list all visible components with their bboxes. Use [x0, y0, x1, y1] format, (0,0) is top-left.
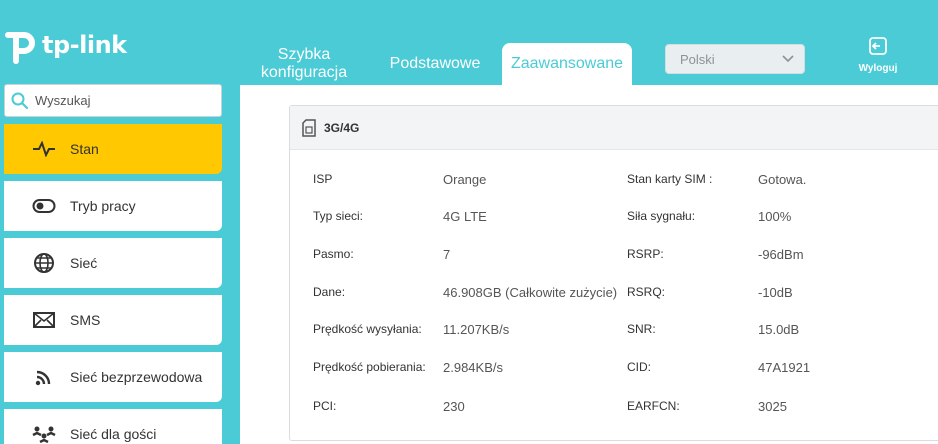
- isp-label: ISP: [313, 172, 333, 186]
- search-input[interactable]: [35, 93, 205, 108]
- sim-card-icon: [302, 118, 316, 137]
- panel-title: 3G/4G: [324, 120, 360, 135]
- download-speed-value: 2.984KB/s: [443, 360, 503, 375]
- rsrq-value: -10dB: [758, 285, 793, 300]
- isp-value: Orange: [443, 172, 487, 187]
- sidebar-item-label: Sieć dla gości: [70, 426, 157, 442]
- main-content: 3G/4G ISP Orange Typ sieci: 4G LTE Pasmo…: [240, 85, 938, 444]
- sidebar-item-sms[interactable]: SMS: [4, 295, 222, 345]
- rsrp-label: RSRP:: [627, 247, 664, 261]
- chevron-down-icon: [782, 55, 794, 63]
- globe-icon: [32, 251, 56, 275]
- logout-button[interactable]: Wyloguj: [853, 36, 903, 74]
- data-usage-label: Dane:: [313, 285, 346, 299]
- tab-quick-setup[interactable]: Szybka konfiguracja: [246, 46, 362, 82]
- earfcn-label: EARFCN:: [627, 399, 680, 413]
- band-value: 7: [443, 247, 451, 262]
- logout-label: Wyloguj: [858, 63, 898, 74]
- sidebar-item-network[interactable]: Sieć: [4, 238, 222, 288]
- pci-label: PCI:: [313, 399, 337, 413]
- panel-header: 3G/4G: [290, 106, 938, 150]
- signal-strength-label: Siła sygnału:: [627, 209, 696, 223]
- sidebar-item-label: SMS: [70, 312, 101, 328]
- snr-value: 15.0dB: [758, 322, 800, 337]
- tab-quick-line1: Szybka: [277, 46, 331, 63]
- toggle-icon: [32, 194, 56, 218]
- sidebar-item-operation-mode[interactable]: Tryb pracy: [4, 181, 222, 231]
- band-label: Pasmo:: [313, 247, 354, 261]
- upload-speed-value: 11.207KB/s: [443, 322, 510, 337]
- sidebar-item-label: Stan: [70, 141, 99, 157]
- sidebar-item-label: Sieć: [70, 255, 98, 271]
- rsrp-value: -96dBm: [758, 247, 804, 262]
- signal-strength-value: 100%: [758, 209, 792, 224]
- pulse-icon: [32, 137, 56, 161]
- tab-advanced[interactable]: Zaawansowane: [502, 43, 632, 85]
- snr-label: SNR:: [627, 322, 656, 336]
- sidebar-item-wireless[interactable]: Sieć bezprzewodowa: [4, 352, 222, 402]
- cid-value: 47A1921: [758, 360, 811, 375]
- earfcn-value: 3025: [758, 399, 787, 414]
- envelope-icon: [32, 308, 56, 332]
- guests-icon: [32, 422, 56, 444]
- pci-value: 230: [443, 399, 465, 414]
- sidebar-item-status[interactable]: Stan: [4, 124, 222, 174]
- cid-label: CID:: [627, 360, 651, 374]
- search-box[interactable]: [4, 84, 222, 117]
- network-type-value: 4G LTE: [443, 209, 487, 224]
- sidebar-nav: Stan Tryb pracy Sieć SMS Sieć bezprzewod…: [4, 124, 222, 444]
- sidebar-item-guest-network[interactable]: Sieć dla gości: [4, 409, 222, 444]
- brand-name: tp-link: [42, 31, 127, 59]
- rsrq-label: RSRQ:: [627, 285, 666, 299]
- sidebar-item-label: Tryb pracy: [70, 198, 136, 214]
- sidebar-item-label: Sieć bezprzewodowa: [70, 369, 203, 385]
- search-icon: [11, 92, 29, 109]
- network-type-label: Typ sieci:: [313, 209, 364, 223]
- tp-link-logo-icon: [5, 32, 35, 64]
- tab-quick-line2: konfiguracja: [260, 64, 348, 81]
- wifi-icon: [32, 365, 56, 389]
- language-select[interactable]: Polski: [665, 44, 805, 74]
- download-speed-label: Prędkość pobierania:: [313, 360, 426, 374]
- upload-speed-label: Prędkość wysyłania:: [313, 322, 422, 336]
- logout-icon: [869, 37, 887, 55]
- sim-status-label: Stan karty SIM :: [627, 172, 713, 186]
- tab-basic[interactable]: Podstawowe: [381, 55, 489, 73]
- data-usage-value: 46.908GB (Całkowite zużycie): [443, 285, 617, 300]
- language-selected: Polski: [680, 51, 715, 67]
- tp-link-logo: tp-link: [4, 20, 127, 70]
- status-panel-3g4g: 3G/4G ISP Orange Typ sieci: 4G LTE Pasmo…: [289, 105, 938, 441]
- sim-status-value: Gotowa.: [758, 172, 807, 187]
